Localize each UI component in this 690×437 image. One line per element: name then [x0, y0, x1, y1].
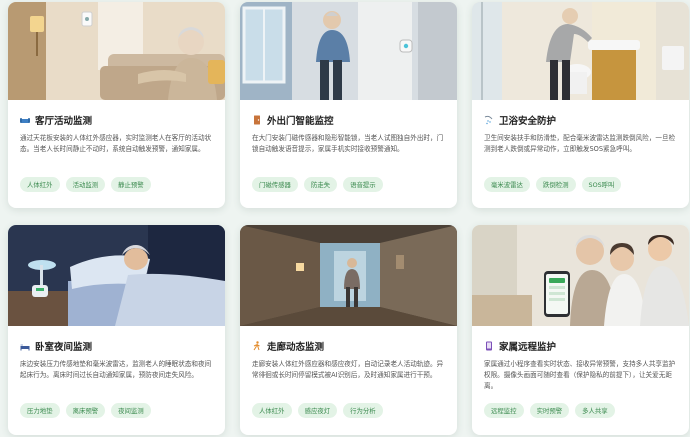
card-living-room[interactable]: 客厅活动监测 通过天花板安装的人体红外感应器，实时监测老人在客厅的活动状态。当老…	[8, 2, 225, 208]
walking-icon	[252, 341, 262, 351]
tag[interactable]: 夜间监测	[111, 403, 151, 418]
tag[interactable]: 毫米波雷达	[484, 177, 530, 192]
card-title-text: 家属远程监护	[499, 342, 557, 353]
living-room-photo	[8, 2, 225, 100]
tag[interactable]: SOS呼叫	[581, 177, 622, 192]
card-title: 家属远程监护	[484, 339, 677, 353]
tag[interactable]: 压力地垫	[20, 403, 60, 418]
couch-icon	[20, 115, 30, 125]
card-description: 卫生间安装扶手和防滑垫，配合毫米波雷达监测跌倒风险，一旦检测到老人跌倒或异常动作…	[484, 134, 676, 153]
card-bathroom[interactable]: 卫浴安全防护 卫生间安装扶手和防滑垫，配合毫米波雷达监测跌倒风险，一旦检测到老人…	[472, 2, 689, 208]
tag-list: 压力地垫 离床预警 夜间监测	[20, 403, 213, 418]
tag[interactable]: 活动监测	[65, 177, 106, 192]
tag-list: 门磁传感器 防走失 语音提示	[252, 177, 445, 192]
card-family-remote[interactable]: 家属远程监护 家属通过小程序查看实时状态、接收异常预警，支持多人共享监护权限。摄…	[472, 225, 689, 435]
scenario-card-grid: 客厅活动监测 通过天花板安装的人体红外感应器，实时监测老人在客厅的活动状态。当老…	[8, 2, 690, 435]
tag[interactable]: 多人共享	[575, 403, 615, 418]
tag-list: 人体红外 活动监测 静止预警	[20, 177, 213, 192]
tag[interactable]: 人体红外	[20, 177, 60, 192]
card-description: 在大门安装门磁传感器和隐形智能锁，当老人试图独自外出时，门锁自动触发语音提示，家…	[252, 134, 444, 153]
shower-icon	[484, 115, 494, 125]
card-title: 卧室夜间监测	[20, 339, 213, 353]
card-title-text: 卧室夜间监测	[35, 342, 93, 353]
phone-icon	[484, 341, 494, 351]
card-title: 外出门智能监控	[252, 113, 445, 127]
tag[interactable]: 远程监控	[484, 403, 524, 418]
bedroom-photo	[8, 225, 225, 326]
card-description: 走廊安装人体红外感应器和感应夜灯，自动记录老人活动轨迹。异常徘徊或长时间停留模式…	[252, 360, 444, 379]
tag[interactable]: 行为分析	[343, 403, 383, 418]
tag[interactable]: 语音提示	[343, 177, 383, 192]
tag[interactable]: 门磁传感器	[252, 177, 298, 192]
card-front-door[interactable]: 外出门智能监控 在大门安装门磁传感器和隐形智能锁，当老人试图独自外出时，门锁自动…	[240, 2, 457, 208]
card-description: 床边安装压力传感地垫和毫米波雷达，监测老人的睡眠状态和夜间起床行为。离床时间过长…	[20, 360, 212, 379]
card-description: 家属通过小程序查看实时状态、接收异常预警，支持多人共享监护权限。摄像头画面可随时…	[484, 360, 676, 390]
tag[interactable]: 跌倒检测	[535, 177, 576, 192]
card-description: 通过天花板安装的人体红外感应器，实时监测老人在客厅的活动状态。当老人长时间静止不…	[20, 134, 212, 153]
tag[interactable]: 实时预警	[529, 403, 570, 418]
tag[interactable]: 离床预警	[65, 403, 106, 418]
hallway-photo	[240, 225, 457, 326]
card-bedroom[interactable]: 卧室夜间监测 床边安装压力传感地垫和毫米波雷达，监测老人的睡眠状态和夜间起床行为…	[8, 225, 225, 435]
card-title-text: 卫浴安全防护	[499, 116, 557, 127]
bathroom-photo	[472, 2, 689, 100]
tag[interactable]: 人体红外	[252, 403, 292, 418]
card-title: 客厅活动监测	[20, 113, 213, 127]
card-title-text: 外出门智能监控	[267, 116, 334, 127]
card-hallway[interactable]: 走廊动态监测 走廊安装人体红外感应器和感应夜灯，自动记录老人活动轨迹。异常徘徊或…	[240, 225, 457, 435]
tag[interactable]: 静止预警	[111, 177, 151, 192]
card-title-text: 客厅活动监测	[35, 116, 93, 127]
front-door-photo	[240, 2, 457, 100]
door-icon	[252, 115, 262, 125]
card-title-text: 走廊动态监测	[267, 342, 325, 353]
family-remote-photo	[472, 225, 689, 326]
tag[interactable]: 感应夜灯	[297, 403, 338, 418]
card-title: 卫浴安全防护	[484, 113, 677, 127]
tag-list: 远程监控 实时预警 多人共享	[484, 403, 677, 418]
bed-icon	[20, 341, 30, 351]
tag-list: 人体红外 感应夜灯 行为分析	[252, 403, 445, 418]
tag-list: 毫米波雷达 跌倒检测 SOS呼叫	[484, 177, 677, 192]
tag[interactable]: 防走失	[303, 177, 338, 192]
card-title: 走廊动态监测	[252, 339, 445, 353]
